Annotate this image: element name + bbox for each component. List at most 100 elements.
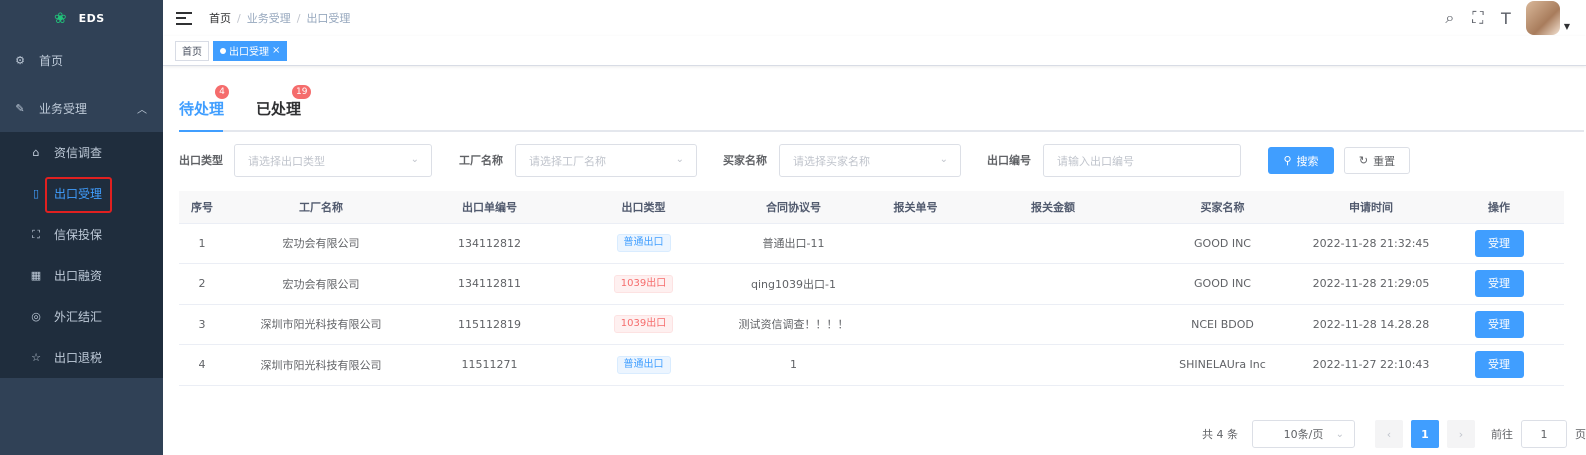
goto-label: 前往 (1491, 428, 1513, 441)
breadcrumb-current: 出口受理 (306, 12, 351, 25)
column-header: 工厂名称 (225, 191, 417, 224)
breadcrumb-separator: / (237, 11, 241, 25)
table-row: 2 宏功会有限公司 134112811 1039出口 qing1039出口-1 … (179, 263, 1564, 305)
next-page-button[interactable]: › (1447, 420, 1475, 448)
cell-factory: 宏功会有限公司 (225, 223, 417, 264)
table-row: 3 深圳市阳光科技有限公司 115112819 1039出口 测试资信调查！！！… (179, 304, 1564, 345)
logo-text: EDS (78, 11, 105, 25)
sidebar-item-label: 外汇结汇 (54, 310, 103, 324)
sidebar-item-export-financing[interactable]: ▦ 出口融资 (0, 255, 163, 296)
count-badge: 4 (215, 85, 229, 99)
export-no-label: 出口编号 (987, 154, 1031, 167)
export-no-input[interactable]: 请输入出口编号 (1043, 144, 1241, 177)
font-size-icon[interactable]: T (1498, 9, 1514, 28)
input-placeholder: 请输入出口编号 (1057, 154, 1134, 168)
cell-contract: 测试资信调查！！！！ (725, 304, 862, 345)
search-button[interactable]: ⚲ 搜索 (1268, 147, 1334, 174)
cell-time: 2022-11-28 14.28.28 (1308, 304, 1434, 345)
chevron-down-icon: ⌄ (939, 154, 948, 165)
cell-index: 4 (179, 344, 225, 386)
sidebar-item-tax-refund[interactable]: ☆ 出口退税 (0, 337, 163, 378)
logo[interactable]: ❀ EDS (0, 0, 163, 36)
export-type-label: 出口类型 (179, 154, 223, 167)
tag-label: 首页 (182, 47, 202, 58)
status-tabs: 待处理 4 已处理 19 (179, 85, 1584, 132)
main-content: 待处理 4 已处理 19 出口类型 请选择出口类型 ⌄ 工厂名称 请选择工厂名称… (163, 66, 1586, 455)
column-header: 报关单号 (862, 191, 969, 224)
sidebar-item-label: 信保投保 (54, 228, 103, 242)
page-size-select[interactable]: 10条/页 ⌄ (1252, 420, 1355, 448)
factory-select[interactable]: 请选择工厂名称 ⌄ (515, 144, 697, 177)
reset-button[interactable]: ↻ 重置 (1344, 147, 1410, 174)
sidebar-item-credit-insurance[interactable]: ⛶ 信保投保 (0, 214, 163, 255)
cell-action: 受理 (1434, 263, 1564, 305)
dot-icon (220, 47, 226, 54)
fullscreen-icon[interactable]: ⛶ (1470, 8, 1486, 28)
expand-icon: ⛶ (32, 227, 40, 241)
column-header: 操作 (1434, 191, 1564, 224)
column-header: 出口类型 (562, 191, 725, 224)
column-header: 合同协议号 (725, 191, 862, 224)
handle-button[interactable]: 受理 (1474, 351, 1524, 379)
chevron-down-icon: ⌄ (1335, 429, 1344, 440)
column-header: 申请时间 (1308, 191, 1434, 224)
select-placeholder: 请选择买家名称 (793, 154, 870, 168)
breadcrumb-home[interactable]: 首页 (209, 10, 231, 26)
cell-export-no: 134112812 (417, 223, 562, 264)
filter-form: 出口类型 请选择出口类型 ⌄ 工厂名称 请选择工厂名称 ⌄ 买家名称 请选择买家… (179, 144, 1586, 178)
edit-icon: ✎ (15, 101, 25, 115)
select-placeholder: 请选择出口类型 (248, 154, 325, 168)
handle-button[interactable]: 受理 (1474, 270, 1524, 298)
chevron-down-icon: ⌄ (410, 154, 419, 165)
column-header: 报关金额 (969, 191, 1137, 224)
cell-buyer: GOOD INC (1137, 223, 1308, 264)
cell-customs-no (862, 223, 969, 264)
page-number[interactable]: 1 (1411, 420, 1439, 448)
money-icon: ◎ (31, 310, 41, 323)
cell-factory: 深圳市阳光科技有限公司 (225, 344, 417, 386)
cell-customs-amount (969, 304, 1137, 345)
cell-export-no: 134112811 (417, 263, 562, 305)
table-header: 序号 工厂名称 出口单编号 出口类型 合同协议号 报关单号 报关金额 买家名称 … (179, 191, 1564, 224)
cell-factory: 宏功会有限公司 (225, 263, 417, 305)
sidebar-item-forex-settlement[interactable]: ◎ 外汇结汇 (0, 296, 163, 337)
breadcrumb-separator: / (296, 11, 301, 25)
search-icon: ⚲ (1283, 154, 1292, 167)
search-button-label: 搜索 (1296, 154, 1319, 168)
prev-page-button[interactable]: ‹ (1375, 420, 1403, 448)
tab-processed[interactable]: 已处理 19 (256, 85, 312, 119)
page-unit-label: 页 (1575, 428, 1586, 441)
search-icon[interactable]: ⌕ (1442, 8, 1458, 28)
handle-button[interactable]: 受理 (1474, 229, 1524, 257)
chevron-down-icon: ⌄ (675, 154, 684, 165)
sidebar-item-label: 出口退税 (54, 351, 103, 365)
sidebar-item-business[interactable]: ✎ 业务受理 ︿ (0, 84, 163, 132)
breadcrumb-business: 业务受理 (246, 12, 291, 25)
sidebar-item-credit-check[interactable]: ⌂ 资信调查 (0, 132, 163, 173)
cell-index: 1 (179, 223, 225, 264)
caret-down-icon[interactable]: ▼ (1564, 22, 1570, 31)
buyer-select[interactable]: 请选择买家名称 ⌄ (779, 144, 961, 177)
goto-page-input[interactable]: 1 (1521, 420, 1567, 448)
highlight-box (45, 177, 112, 213)
table-row: 4 深圳市阳光科技有限公司 11511271 普通出口 1 SHINELAUra… (179, 344, 1564, 386)
tag-export-acceptance[interactable]: 出口受理 × (213, 40, 288, 61)
bank-icon: ▦ (30, 269, 42, 282)
close-icon[interactable]: × (272, 45, 280, 56)
avatar[interactable] (1525, 1, 1560, 35)
export-type-select[interactable]: 请选择出口类型 ⌄ (234, 144, 432, 177)
hamburger-icon[interactable] (176, 11, 192, 25)
star-icon: ☆ (31, 351, 41, 364)
tab-pending[interactable]: 待处理 4 (179, 85, 229, 119)
cell-buyer: SHINELAUra Inc (1137, 344, 1308, 386)
tag-home[interactable]: 首页 (175, 40, 209, 61)
submenu: ⌂ 资信调查 ▯ 出口受理 ⛶ 信保投保 ▦ 出口融资 ◎ 外汇结汇 ☆ 出口退… (0, 132, 163, 378)
handle-button[interactable]: 受理 (1474, 310, 1524, 338)
sidebar-item-label: 出口融资 (54, 269, 103, 283)
cell-type: 普通出口 (562, 344, 725, 386)
cell-export-no: 11511271 (417, 344, 562, 386)
sidebar-item-export-acceptance[interactable]: ▯ 出口受理 (0, 173, 163, 214)
buyer-label: 买家名称 (723, 154, 767, 167)
sidebar-item-label: 业务受理 (39, 101, 88, 116)
sidebar-item-home[interactable]: ⚙ 首页 (0, 36, 163, 84)
